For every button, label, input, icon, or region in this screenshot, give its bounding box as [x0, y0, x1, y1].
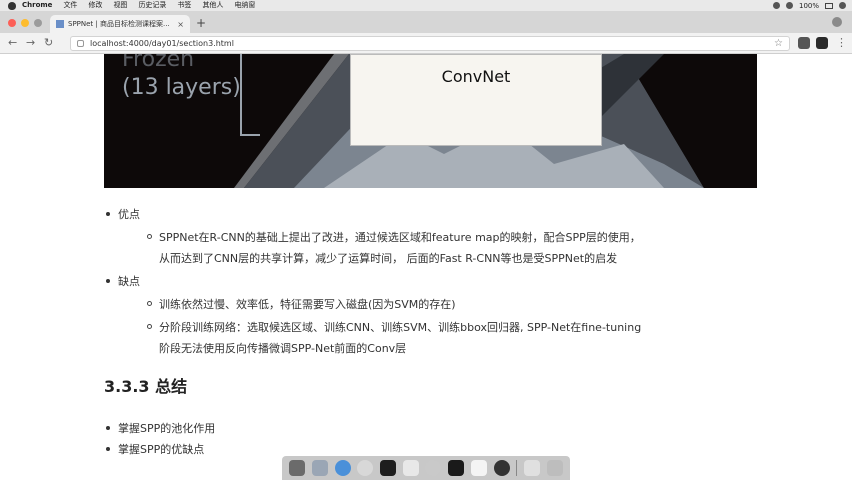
tab-close-icon[interactable]: × — [177, 20, 184, 29]
list-item-summary: 掌握SPP的池化作用 — [106, 418, 216, 439]
back-icon[interactable]: ← — [8, 36, 17, 50]
url-text: localhost:4000/day01/section3.html — [90, 39, 234, 48]
circle-bullet-icon — [147, 234, 152, 239]
chrome-toolbar: ← → ↻ localhost:4000/day01/section3.html… — [0, 33, 852, 54]
list-item-pros-detail: SPPNet在R-CNN的基础上提出了改进，通过候选区域和feature map… — [147, 227, 641, 269]
address-bar[interactable]: localhost:4000/day01/section3.html ☆ — [70, 36, 790, 51]
dock-separator — [516, 460, 518, 476]
chrome-tab-strip: SPPNet | 商品目标检测课程案... × + — [0, 11, 852, 33]
new-tab-icon[interactable]: + — [196, 17, 206, 29]
menu-app-chrome[interactable]: Chrome — [22, 0, 52, 11]
macos-menu-bar: Chrome 文件 修改 视图 历史记录 书签 其他人 电纳窗 100% — [0, 0, 852, 11]
extension-icon[interactable] — [816, 37, 828, 49]
menu-edit[interactable]: 修改 — [88, 0, 102, 11]
slide-frozen-line2: (13 layers) — [122, 75, 241, 100]
typora-icon[interactable] — [470, 460, 487, 476]
wifi-icon[interactable] — [785, 2, 793, 9]
menu-view[interactable]: 视图 — [113, 0, 127, 11]
battery-icon[interactable] — [825, 2, 833, 9]
obs-icon[interactable] — [493, 460, 510, 476]
menu-bookmarks[interactable]: 书签 — [177, 0, 191, 11]
forward-icon[interactable]: → — [26, 36, 35, 50]
pros-line2: 从而达到了CNN层的共享计算，减少了运算时间， 后面的Fast R-CNN等也是… — [159, 252, 618, 265]
apple-icon[interactable] — [8, 1, 16, 10]
browser-tab-active[interactable]: SPPNet | 商品目标检测课程案... × — [50, 15, 190, 33]
status-icon[interactable] — [772, 2, 780, 9]
slide-frozen-line1: Frozen — [122, 54, 195, 72]
cons-label: 缺点 — [118, 275, 140, 288]
minimize-window-icon[interactable] — [21, 19, 29, 27]
slide-convnet-box: ConvNet — [350, 54, 602, 146]
page-info-icon[interactable] — [77, 40, 84, 47]
profile-avatar[interactable] — [832, 17, 842, 27]
zoom-window-icon[interactable] — [34, 19, 42, 27]
terminal-icon[interactable] — [448, 460, 465, 476]
pycharm-icon[interactable] — [380, 460, 397, 476]
menu-people[interactable]: 其他人 — [202, 0, 223, 11]
list-item-summary: 掌握SPP的优缺点 — [106, 439, 205, 460]
menu-history[interactable]: 历史记录 — [138, 0, 166, 11]
launchpad-icon[interactable] — [312, 460, 329, 476]
section-heading: 3.3.3 总结 — [104, 377, 188, 396]
cons-item2-line2: 阶段无法使用反向传播微调SPP-Net前面的Conv层 — [159, 342, 407, 355]
bullet-icon — [106, 426, 110, 430]
pros-label: 优点 — [118, 208, 140, 221]
reload-icon[interactable]: ↻ — [44, 36, 53, 50]
search-icon[interactable] — [839, 2, 846, 9]
close-window-icon[interactable] — [8, 19, 16, 27]
summary-1: 掌握SPP的池化作用 — [118, 422, 216, 435]
menu-window[interactable]: 电纳窗 — [234, 0, 255, 11]
safari-icon[interactable] — [334, 460, 351, 476]
chrome-icon[interactable] — [357, 460, 374, 476]
bullet-icon — [106, 279, 110, 283]
trash-icon[interactable] — [546, 460, 563, 476]
extension-icon[interactable] — [798, 37, 810, 49]
battery-percent: 100% — [798, 1, 819, 10]
bullet-icon — [106, 447, 110, 451]
text-editor-icon[interactable] — [402, 460, 419, 476]
macos-dock — [282, 456, 570, 480]
slide-convnet-label: ConvNet — [441, 67, 511, 86]
bookmark-star-icon[interactable]: ☆ — [774, 38, 783, 49]
slide-image: Frozen (13 layers) ConvNet — [104, 54, 757, 188]
list-item-cons-detail: 分阶段训练网络：选取候选区域、训练CNN、训练SVM、训练bbox回归器, SP… — [147, 317, 642, 359]
slide-frozen-text: Frozen (13 layers) — [122, 54, 241, 102]
list-item-pros: 优点 — [106, 204, 140, 225]
status-area: 100% — [772, 0, 846, 11]
tab-title: SPPNet | 商品目标检测课程案... — [68, 20, 170, 28]
system-preferences-icon[interactable] — [425, 460, 442, 476]
circle-bullet-icon — [147, 301, 152, 306]
favicon-icon — [56, 20, 64, 28]
menu-kebab-icon[interactable]: ⋮ — [836, 36, 847, 50]
cons-item2-line1: 分阶段训练网络：选取候选区域、训练CNN、训练SVM、训练bbox回归器, SP… — [159, 321, 642, 334]
downloads-icon[interactable] — [523, 460, 540, 476]
menu-file[interactable]: 文件 — [63, 0, 77, 11]
summary-2: 掌握SPP的优缺点 — [118, 443, 205, 456]
cons-item1: 训练依然过慢、效率低，特征需要写入磁盘(因为SVM的存在) — [159, 298, 456, 311]
bullet-icon — [106, 212, 110, 216]
list-item-cons: 缺点 — [106, 271, 140, 292]
list-item-cons-detail: 训练依然过慢、效率低，特征需要写入磁盘(因为SVM的存在) — [147, 294, 456, 315]
circle-bullet-icon — [147, 324, 152, 329]
finder-icon[interactable] — [289, 460, 306, 476]
slide-bracket — [240, 54, 260, 136]
pros-line1: SPPNet在R-CNN的基础上提出了改进，通过候选区域和feature map… — [159, 231, 641, 244]
